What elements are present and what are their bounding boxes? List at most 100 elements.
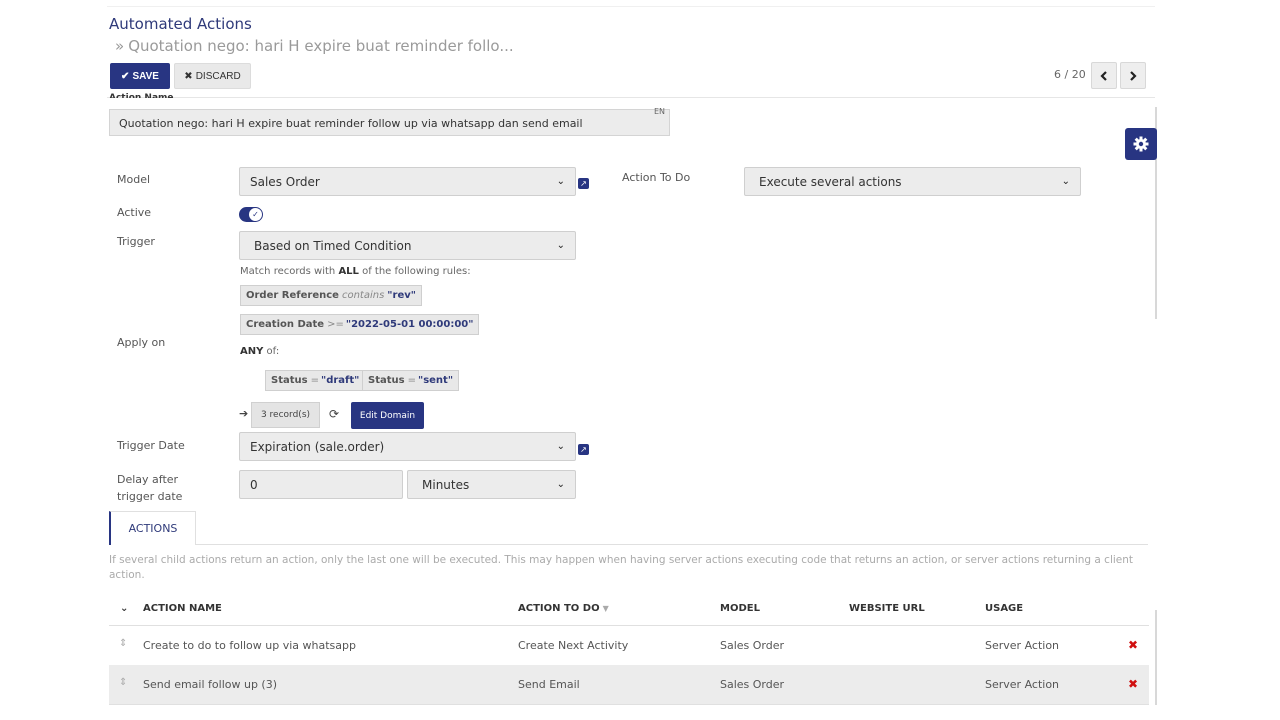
column-header-action-to-do[interactable]: ACTION TO DO ▼ (518, 603, 609, 614)
domain-match-all: ALL (338, 266, 359, 277)
chevron-down-icon: ⌄ (556, 240, 565, 251)
discard-button-label: DISCARD (195, 70, 241, 82)
active-label: Active (117, 206, 152, 219)
trigger-date-select[interactable]: Expiration (sale.order) ⌄ (239, 432, 576, 461)
discard-button[interactable]: ✖ DISCARD (174, 63, 251, 89)
apply-on-label: Apply on (117, 336, 166, 349)
trigger-select[interactable]: Based on Timed Condition ⌄ (239, 231, 576, 260)
domain-rule-field: Status (368, 375, 405, 386)
drag-handle-icon[interactable]: ⇕ (119, 638, 127, 649)
column-header-model[interactable]: MODEL (720, 603, 760, 614)
domain-rule-value: "rev" (387, 290, 416, 301)
delay-unit-select[interactable]: Minutes ⌄ (407, 470, 576, 499)
domain-rule-operator: = (407, 375, 416, 386)
save-button-label: SAVE (132, 70, 159, 82)
drag-handle-icon[interactable]: ⇕ (119, 677, 127, 688)
check-icon: ✓ (249, 208, 262, 221)
pager-counter[interactable]: 6 / 20 (1054, 68, 1086, 81)
language-toggle[interactable]: EN (654, 107, 665, 116)
control-panel-divider (107, 97, 1155, 98)
refresh-icon[interactable]: ⟳ (329, 407, 339, 421)
trigger-label: Trigger (117, 235, 155, 248)
check-icon: ✔ (121, 70, 130, 82)
save-button[interactable]: ✔ SAVE (110, 63, 170, 89)
domain-rule-value: "sent" (417, 375, 454, 386)
model-external-link-icon[interactable]: ↗ (578, 178, 589, 189)
delay-value-input[interactable]: 0 (239, 470, 403, 499)
breadcrumb-separator-icon: » (115, 37, 125, 55)
trigger-select-value: Based on Timed Condition (254, 238, 412, 253)
column-header-usage[interactable]: USAGE (985, 603, 1023, 614)
sort-down-icon: ▼ (602, 604, 609, 613)
cell-action-name: Create to do to follow up via whatsapp (143, 639, 356, 652)
model-label: Model (117, 173, 151, 186)
cell-model: Sales Order (720, 639, 785, 652)
column-header-website-url[interactable]: WEBSITE URL (849, 603, 925, 614)
domain-rule-operator: >= (327, 319, 344, 330)
domain-rule-status-sent: Status = "sent" (362, 370, 460, 391)
breadcrumb-current-label: Quotation nego: hari H expire buat remin… (128, 37, 514, 55)
cell-action-to-do: Create Next Activity (518, 639, 629, 652)
chevron-left-icon (1100, 70, 1107, 81)
column-header-action-to-do-label: ACTION TO DO (518, 603, 600, 614)
action-to-do-label: Action To Do (622, 171, 691, 184)
top-divider (107, 6, 1155, 7)
domain-rule-operator: contains (341, 290, 385, 301)
domain-rule-field: Order Reference (246, 290, 339, 301)
delay-label: Delay after trigger date (117, 471, 182, 505)
model-select[interactable]: Sales Order ⌄ (239, 167, 576, 196)
action-name-label: Action Name (109, 93, 174, 98)
domain-match-suffix: of the following rules: (362, 266, 471, 277)
chevron-down-icon: ⌄ (556, 479, 565, 490)
action-to-do-select-value: Execute several actions (759, 174, 902, 189)
delay-label-line2: trigger date (117, 490, 183, 503)
chevron-down-icon: ⌄ (1061, 176, 1070, 187)
table-bottom-divider (109, 704, 1149, 705)
previous-record-button[interactable] (1091, 62, 1117, 89)
cell-action-to-do: Send Email (518, 678, 580, 691)
active-toggle[interactable]: ✓ (239, 207, 263, 222)
trigger-date-label: Trigger Date (117, 439, 185, 452)
tab-actions[interactable]: ACTIONS (109, 511, 196, 545)
edit-domain-button[interactable]: Edit Domain (351, 402, 424, 429)
action-name-field[interactable]: Quotation nego: hari H expire buat remin… (109, 109, 670, 136)
domain-rule-value: "2022-05-01 00:00:00" (345, 319, 474, 330)
domain-rule-status-draft: Status = "draft" (265, 370, 366, 391)
domain-rule-order-reference: Order Reference contains "rev" (240, 285, 422, 306)
domain-match-text: Match records with ALL of the following … (240, 266, 471, 277)
table-row[interactable]: ⇕ Send email follow up (3) Send Email Sa… (109, 665, 1149, 704)
domain-rule-value: "draft" (320, 375, 360, 386)
actions-help-text: If several child actions return an actio… (109, 554, 1134, 581)
cell-model: Sales Order (720, 678, 785, 691)
trigger-date-select-value: Expiration (sale.order) (250, 439, 385, 454)
domain-any-text: ANY of: (240, 346, 279, 357)
domain-rule-operator: = (310, 375, 319, 386)
delay-label-line1: Delay after (117, 473, 179, 486)
domain-any-suffix: of: (266, 346, 280, 357)
domain-rule-field: Status (271, 375, 308, 386)
domain-rule-field: Creation Date (246, 319, 325, 330)
cell-action-name: Send email follow up (3) (143, 678, 278, 691)
delete-icon[interactable]: ✖ (1128, 677, 1138, 691)
table-row[interactable]: ⇕ Create to do to follow up via whatsapp… (109, 626, 1149, 665)
cell-usage: Server Action (985, 678, 1060, 691)
close-icon: ✖ (184, 70, 193, 82)
domain-rule-creation-date: Creation Date >= "2022-05-01 00:00:00" (240, 314, 480, 335)
gear-icon (1133, 136, 1149, 152)
breadcrumb-parent[interactable]: Automated Actions (109, 15, 252, 33)
delete-icon[interactable]: ✖ (1128, 638, 1138, 652)
table-scrollbar[interactable] (1155, 610, 1157, 705)
column-header-action-name[interactable]: ACTION NAME (143, 603, 222, 614)
next-record-button[interactable] (1120, 62, 1146, 89)
settings-button[interactable] (1125, 128, 1157, 160)
breadcrumb-current: » Quotation nego: hari H expire buat remi… (115, 37, 514, 55)
cell-usage: Server Action (985, 639, 1060, 652)
action-to-do-select[interactable]: Execute several actions ⌄ (744, 167, 1081, 196)
delay-unit-select-value: Minutes (422, 477, 470, 492)
trigger-date-external-link-icon[interactable]: ↗ (578, 444, 589, 455)
domain-match-prefix: Match records with (240, 266, 336, 277)
collapse-icon[interactable]: ⌄ (120, 603, 128, 614)
domain-records-button[interactable]: 3 record(s) (251, 402, 320, 428)
chevron-right-icon (1130, 70, 1137, 81)
chevron-down-icon: ⌄ (556, 441, 565, 452)
